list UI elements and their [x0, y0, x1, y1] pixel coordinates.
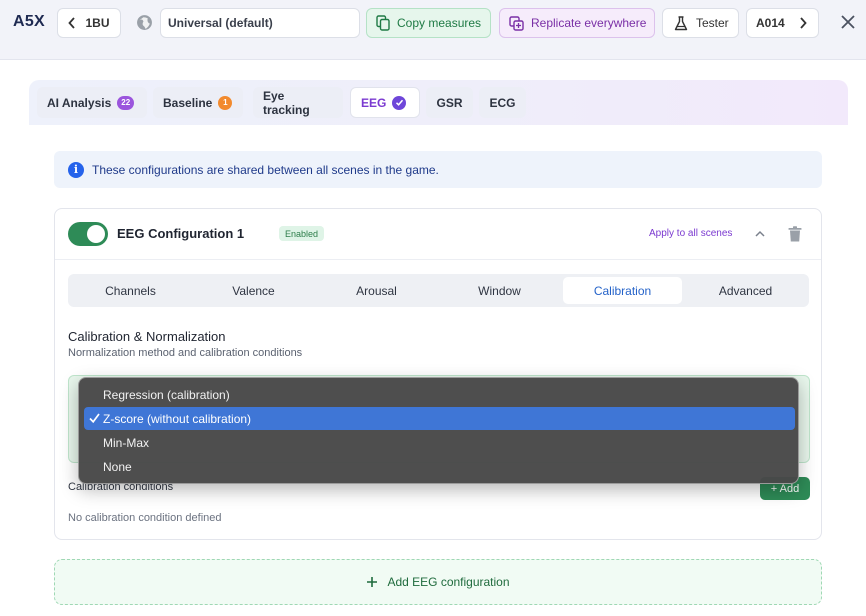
tab-eeg[interactable]: EEG	[350, 87, 420, 118]
subtab-channels[interactable]: Channels	[71, 277, 190, 304]
tab-eye-tracking[interactable]: Eye tracking	[253, 87, 343, 118]
scope-select[interactable]: Universal (default)	[160, 8, 360, 38]
tab-baseline[interactable]: Baseline 1	[153, 87, 243, 118]
info-banner: i These configurations are shared betwee…	[54, 151, 822, 188]
replicate-everywhere-button[interactable]: Replicate everywhere	[499, 8, 655, 38]
subtab-advanced[interactable]: Advanced	[686, 277, 805, 304]
count-badge: 22	[117, 95, 135, 110]
status-badge: Enabled	[279, 226, 325, 241]
copy-icon	[376, 15, 390, 31]
dropdown-option-none[interactable]: None	[84, 455, 795, 478]
tab-label: AI Analysis	[47, 95, 112, 110]
chevron-right-icon	[800, 17, 807, 29]
replicate-everywhere-label: Replicate everywhere	[531, 16, 647, 30]
enable-toggle[interactable]	[68, 222, 108, 246]
tab-label: Baseline	[163, 95, 213, 110]
previous-label: 1BU	[85, 16, 110, 30]
dropdown-option-regression[interactable]: Regression (calibration)	[84, 383, 795, 406]
tab-label: EEG	[361, 95, 387, 110]
count-badge: 1	[218, 95, 233, 110]
subtab-calibration[interactable]: Calibration	[563, 277, 682, 304]
normalization-dropdown-menu: Regression (calibration) Z-score (withou…	[78, 377, 799, 484]
section-subtitle: Normalization method and calibration con…	[68, 347, 303, 359]
check-circle-icon	[392, 95, 407, 110]
app-code: A5X	[13, 13, 46, 30]
add-eeg-configuration-label: Add EEG configuration	[387, 575, 510, 589]
section-title: Calibration & Normalization	[68, 329, 226, 344]
close-icon[interactable]	[840, 14, 856, 30]
subtab-valence[interactable]: Valence	[194, 277, 313, 304]
tester-button[interactable]: Tester	[662, 8, 739, 38]
tab-label: GSR	[436, 95, 463, 110]
eeg-config-card: EEG Configuration 1 Enabled Apply to all…	[54, 208, 822, 540]
config-subtabs: Channels Valence Arousal Window Calibrat…	[68, 274, 809, 307]
flask-icon	[674, 15, 688, 30]
tab-label: ECG	[489, 95, 516, 110]
tab-ai-analysis[interactable]: AI Analysis 22	[37, 87, 147, 118]
subtab-window[interactable]: Window	[440, 277, 559, 304]
globe-icon	[137, 15, 152, 30]
apply-to-all-scenes-link[interactable]: Apply to all scenes	[649, 228, 732, 239]
empty-conditions-text: No calibration condition defined	[68, 512, 222, 524]
copy-measures-label: Copy measures	[397, 16, 482, 30]
dropdown-option-zscore[interactable]: Z-score (without calibration)	[84, 407, 795, 430]
dropdown-option-minmax[interactable]: Min-Max	[84, 431, 795, 454]
toggle-knob	[87, 225, 105, 243]
scope-select-value: Universal (default)	[168, 16, 273, 30]
previous-button[interactable]: 1BU	[57, 8, 121, 38]
tab-label: Eye tracking	[263, 88, 310, 117]
copy-measures-button[interactable]: Copy measures	[366, 8, 491, 38]
next-button[interactable]: A014	[746, 8, 819, 38]
add-eeg-configuration-button[interactable]: Add EEG configuration	[54, 559, 822, 605]
trash-icon[interactable]	[788, 226, 802, 242]
next-label: A014	[756, 16, 785, 30]
tab-gsr[interactable]: GSR	[426, 87, 473, 118]
dropdown-option-label: Z-score (without calibration)	[103, 411, 252, 426]
top-bar: A5X 1BU Universal (default) Copy measure…	[0, 0, 866, 60]
checkmark-icon	[89, 413, 100, 424]
config-header: EEG Configuration 1 Enabled Apply to all…	[55, 209, 821, 260]
config-title: EEG Configuration 1	[117, 226, 245, 241]
subtab-arousal[interactable]: Arousal	[317, 277, 436, 304]
info-text: These configurations are shared between …	[92, 162, 439, 177]
info-icon: i	[68, 161, 84, 178]
chevron-up-icon[interactable]	[754, 228, 766, 240]
replicate-icon	[509, 15, 524, 31]
tester-label: Tester	[696, 16, 729, 30]
tab-ecg[interactable]: ECG	[479, 87, 526, 118]
plus-icon	[367, 577, 378, 587]
chevron-left-icon	[68, 17, 76, 29]
